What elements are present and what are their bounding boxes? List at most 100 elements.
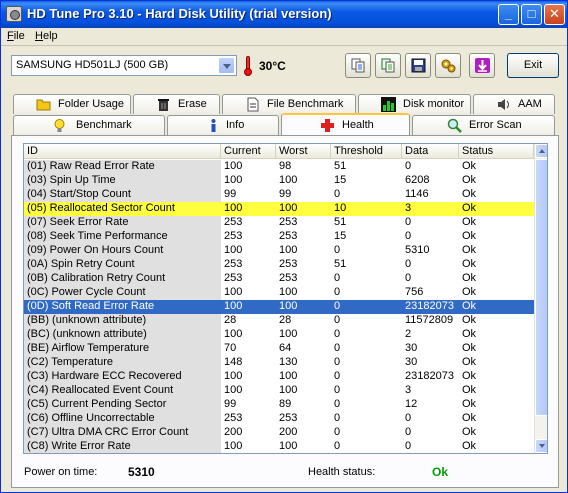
table-row[interactable]: (C2) Temperature 148 130 0 30 Ok [24,356,534,370]
chevron-down-icon[interactable] [218,57,235,74]
options-button[interactable] [435,53,461,78]
column-header-worst[interactable]: Worst [276,144,331,159]
column-header-id[interactable]: ID [24,144,221,159]
cell-worst: 253 [279,230,298,242]
cell-data: 11572809 [405,314,454,326]
tab-info[interactable]: Info [167,115,279,135]
close-button[interactable]: ✕ [544,4,565,25]
table-row[interactable]: (09) Power On Hours Count 100 100 0 5310 Ok [24,244,534,258]
cell-id: (BB) (unknown attribute) [24,314,221,328]
cell-current: 100 [224,384,243,396]
drive-select-value: SAMSUNG HD501LJ (500 GB) [16,59,169,71]
tab-file-benchmark[interactable]: File Benchmark [222,94,356,114]
cell-current: 253 [224,412,243,424]
cell-worst: 253 [279,216,298,228]
cell-id: (C2) Temperature [24,356,221,370]
column-header-current[interactable]: Current [221,144,276,159]
table-row[interactable]: (C5) Current Pending Sector 99 89 0 12 Ok [24,398,534,412]
cell-worst: 100 [279,300,298,312]
cell-worst: 100 [279,202,298,214]
title-bar[interactable]: HD Tune Pro 3.10 - Hard Disk Utility (tr… [1,1,567,28]
speaker-icon [498,99,509,110]
cell-data: 1146 [405,188,429,200]
table-row[interactable]: (C6) Offline Uncorrectable 253 253 0 0 Ok [24,412,534,426]
tab-benchmark[interactable]: Benchmark [13,115,165,135]
tab-label: Info [226,119,245,131]
table-row[interactable]: (BC) (unknown attribute) 100 100 0 2 Ok [24,328,534,342]
table-row[interactable]: (C3) Hardware ECC Recovered 100 100 0 231820… [24,370,534,384]
info-icon [211,119,216,132]
column-header-data[interactable]: Data [402,144,459,159]
vertical-scrollbar[interactable] [534,144,547,453]
table-row[interactable]: (BE) Airflow Temperature 70 64 0 30 Ok [24,342,534,356]
tab-error-scan[interactable]: Error Scan [412,115,555,135]
tab-health[interactable]: Health [281,113,410,135]
cell-worst: 100 [279,244,298,256]
drive-select[interactable]: SAMSUNG HD501LJ (500 GB) [11,55,237,76]
scroll-down-icon[interactable] [535,439,547,453]
save-button[interactable] [405,53,431,78]
bulb-icon [54,119,65,132]
cell-worst: 100 [279,174,298,186]
table-row[interactable]: (04) Start/Stop Count 99 99 0 1146 Ok [24,188,534,202]
cell-current: 200 [224,426,243,438]
cell-id: (01) Raw Read Error Rate [24,160,221,174]
table-row[interactable]: (01) Raw Read Error Rate 100 98 51 0 Ok [24,160,534,174]
tab-erase[interactable]: Erase [133,94,220,114]
table-row[interactable]: (0B) Calibration Retry Count 253 253 0 0 Ok [24,272,534,286]
cell-status: Ok [462,272,477,284]
table-row[interactable]: (05) Reallocated Sector Count 100 100 10 3 Ok [24,202,534,216]
minimize-button[interactable]: _ [498,4,519,25]
copy-button[interactable] [345,53,371,78]
table-row[interactable]: (BB) (unknown attribute) 28 28 0 11572809 Ok [24,314,534,328]
exit-button[interactable]: Exit [507,53,559,78]
cell-id: (C5) Current Pending Sector [24,398,221,412]
tab-folder-usage[interactable]: Folder Usage [13,94,131,114]
cell-status: Ok [462,370,477,382]
tab-disk-monitor[interactable]: Disk monitor [358,94,471,114]
menu-help[interactable]: Help [35,30,58,42]
column-header-status[interactable]: Status [459,144,534,159]
cell-threshold: 0 [334,286,341,298]
column-header-threshold[interactable]: Threshold [331,144,402,159]
cell-id: (03) Spin Up Time [24,174,221,188]
cell-current: 253 [224,272,243,284]
download-button[interactable] [469,53,495,78]
copy-text-icon [381,58,395,73]
table-row[interactable]: (0D) Soft Read Error Rate 100 100 0 23182073… [24,300,534,314]
health-panel: ID Current Worst Threshold Data Status (… [11,135,559,488]
scrollbar-thumb[interactable] [535,159,547,416]
table-row[interactable]: (C8) Write Error Rate 100 100 0 0 Ok [24,440,534,453]
menu-bar: File Help [1,28,567,46]
cell-worst: 253 [279,258,298,270]
cell-id: (04) Start/Stop Count [24,188,221,202]
cell-status: Ok [462,328,477,340]
cell-id: (0C) Power Cycle Count [24,286,221,300]
cell-worst: 100 [279,384,298,396]
table-row[interactable]: (0C) Power Cycle Count 100 100 0 756 Ok [24,286,534,300]
scroll-up-icon[interactable] [535,144,547,158]
tab-aam[interactable]: AAM [473,94,555,114]
table-row[interactable]: (C4) Reallocated Event Count 100 100 0 3 Ok [24,384,534,398]
health-cross-icon [321,119,334,132]
cell-current: 100 [224,160,243,172]
copy-text-button[interactable] [375,53,401,78]
cell-data: 0 [405,216,412,228]
cell-worst: 64 [279,342,292,354]
cell-id: (0A) Spin Retry Count [24,258,221,272]
cell-status: Ok [462,342,477,354]
table-row[interactable]: (08) Seek Time Performance 253 253 15 0 Ok [24,230,534,244]
cell-status: Ok [462,216,477,228]
table-row[interactable]: (0A) Spin Retry Count 253 253 51 0 Ok [24,258,534,272]
cell-id: (09) Power On Hours Count [24,244,221,258]
menu-file[interactable]: File [7,30,25,42]
hdtune-app-icon[interactable] [6,6,22,22]
cell-threshold: 0 [334,384,341,396]
maximize-button[interactable]: □ [521,4,542,25]
menu-file-accelerator: F [7,30,14,42]
cell-threshold: 51 [334,258,347,270]
table-row[interactable]: (C7) Ultra DMA CRC Error Count 200 200 0 0 Ok [24,426,534,440]
cell-id: (BE) Airflow Temperature [24,342,221,356]
table-row[interactable]: (03) Spin Up Time 100 100 15 6208 Ok [24,174,534,188]
table-row[interactable]: (07) Seek Error Rate 253 253 51 0 Ok [24,216,534,230]
